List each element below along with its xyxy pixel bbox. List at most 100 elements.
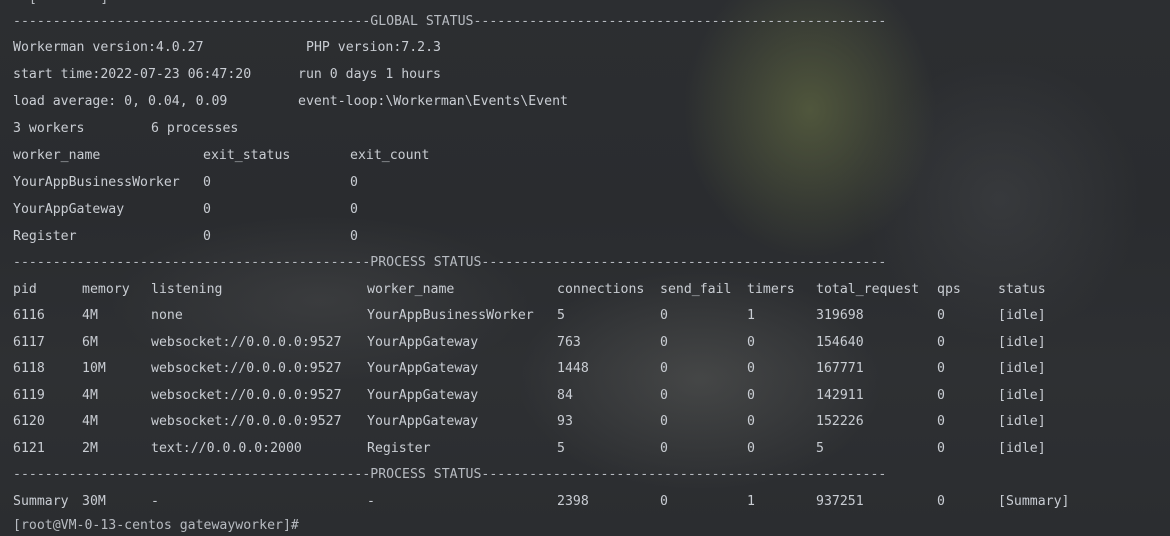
- process-cell-qps: 0: [937, 335, 945, 350]
- process-cell-memory: 4M: [82, 414, 98, 429]
- process-cell-listening: websocket://0.0.0.0:9527: [151, 335, 342, 350]
- processes-count: 6 processes: [151, 121, 239, 136]
- process-cell-worker-name: YourAppGateway: [367, 335, 479, 350]
- process-status-separator: ----------------------------------------…: [13, 255, 887, 270]
- process-cell-send-fail: 0: [660, 361, 668, 376]
- process-cell-timers: 0: [747, 441, 755, 456]
- summary-send-fail: 0: [660, 494, 668, 509]
- worker-row-name: Register: [13, 229, 77, 244]
- process-cell-total-request: 5: [816, 441, 824, 456]
- process-cell-qps: 0: [937, 308, 945, 323]
- process-header-listening: listening: [151, 282, 223, 297]
- process-header-memory: memory: [82, 282, 130, 297]
- process-header-pid: pid: [13, 282, 37, 297]
- process-header-timers: timers: [747, 282, 795, 297]
- process-cell-memory: 2M: [82, 441, 98, 456]
- summary-label: Summary: [13, 494, 69, 509]
- process-cell-memory: 6M: [82, 335, 98, 350]
- summary-timers: 1: [747, 494, 755, 509]
- summary-worker-name: -: [367, 494, 375, 509]
- process-cell-status: [idle]: [998, 335, 1046, 350]
- process-header-send-fail: send_fail: [660, 282, 732, 297]
- shell-prompt[interactable]: [root@VM-0-13-centos gatewayworker]#: [13, 516, 299, 536]
- process-cell-pid: 6118: [13, 361, 45, 376]
- process-cell-connections: 93: [557, 414, 573, 429]
- run-time: run 0 days 1 hours: [298, 67, 441, 82]
- process-cell-connections: 763: [557, 335, 581, 350]
- process-cell-timers: 0: [747, 414, 755, 429]
- process-cell-connections: 5: [557, 441, 565, 456]
- process-cell-qps: 0: [937, 388, 945, 403]
- summary-connections: 2398: [557, 494, 589, 509]
- worker-table-header-exit-status: exit_status: [203, 148, 291, 163]
- process-header-total-request: total_request: [816, 282, 920, 297]
- process-cell-total-request: 152226: [816, 414, 864, 429]
- process-cell-timers: 0: [747, 335, 755, 350]
- process-cell-send-fail: 0: [660, 414, 668, 429]
- process-cell-send-fail: 0: [660, 335, 668, 350]
- process-cell-pid: 6121: [13, 441, 45, 456]
- start-time: start time:2022-07-23 06:47:20: [13, 67, 252, 82]
- worker-row-name: YourAppBusinessWorker: [13, 175, 180, 190]
- process-cell-connections: 5: [557, 308, 565, 323]
- process-header-connections: connections: [557, 282, 645, 297]
- process-cell-listening: websocket://0.0.0.0:9527: [151, 361, 342, 376]
- process-cell-pid: 6116: [13, 308, 45, 323]
- process-cell-timers: 0: [747, 388, 755, 403]
- process-cell-total-request: 142911: [816, 388, 864, 403]
- summary-memory: 30M: [82, 494, 106, 509]
- process-cell-total-request: 154640: [816, 335, 864, 350]
- process-cell-qps: 0: [937, 441, 945, 456]
- process-cell-listening: websocket://0.0.0.0:9527: [151, 414, 342, 429]
- workers-count: 3 workers: [13, 121, 85, 136]
- process-cell-listening: text://0.0.0.0:2000: [151, 441, 302, 456]
- workerman-version: Workerman version:4.0.27: [13, 40, 204, 55]
- worker-table-header-exit-count: exit_count: [350, 148, 430, 163]
- process-header-worker-name: worker_name: [367, 282, 455, 297]
- worker-row-name: YourAppGateway: [13, 202, 125, 217]
- process-cell-worker-name: YourAppGateway: [367, 414, 479, 429]
- process-cell-qps: 0: [937, 414, 945, 429]
- process-header-qps: qps: [937, 282, 961, 297]
- process-cell-qps: 0: [937, 361, 945, 376]
- process-cell-connections: 84: [557, 388, 573, 403]
- process-cell-worker-name: YourAppBusinessWorker: [367, 308, 534, 323]
- process-cell-status: [idle]: [998, 414, 1046, 429]
- process-cell-memory: 4M: [82, 388, 98, 403]
- process-cell-listening: none: [151, 308, 183, 323]
- event-loop: event-loop:\Workerman\Events\Event: [298, 94, 568, 109]
- process-cell-pid: 6120: [13, 414, 45, 429]
- process-cell-worker-name: YourAppGateway: [367, 388, 479, 403]
- process-cell-status: [idle]: [998, 308, 1046, 323]
- separator-top-cut: [ ]: [13, 0, 124, 9]
- process-cell-timers: 0: [747, 361, 755, 376]
- summary-total-request: 937251: [816, 494, 864, 509]
- process-cell-status: [idle]: [998, 441, 1046, 456]
- summary-listening: -: [151, 494, 159, 509]
- terminal-output[interactable]: [ ] ------------------------------------…: [0, 0, 1170, 533]
- process-cell-worker-name: Register: [367, 441, 431, 456]
- summary-status: [Summary]: [998, 494, 1070, 509]
- process-header-status: status: [998, 282, 1046, 297]
- process-status-separator-2: ----------------------------------------…: [13, 467, 887, 482]
- load-average: load average: 0, 0.04, 0.09: [13, 94, 228, 109]
- process-cell-total-request: 319698: [816, 308, 864, 323]
- process-cell-status: [idle]: [998, 388, 1046, 403]
- process-cell-status: [idle]: [998, 361, 1046, 376]
- process-cell-connections: 1448: [557, 361, 589, 376]
- process-cell-memory: 10M: [82, 361, 106, 376]
- process-cell-total-request: 167771: [816, 361, 864, 376]
- summary-qps: 0: [937, 494, 945, 509]
- process-cell-send-fail: 0: [660, 388, 668, 403]
- global-status-separator: ----------------------------------------…: [13, 14, 887, 29]
- process-cell-listening: websocket://0.0.0.0:9527: [151, 388, 342, 403]
- worker-row-exit-status: 0: [203, 229, 211, 244]
- worker-table-header-name: worker_name: [13, 148, 101, 163]
- process-cell-send-fail: 0: [660, 308, 668, 323]
- worker-row-exit-status: 0: [203, 202, 211, 217]
- process-cell-worker-name: YourAppGateway: [367, 361, 479, 376]
- worker-row-exit-count: 0: [350, 202, 358, 217]
- process-cell-timers: 1: [747, 308, 755, 323]
- worker-row-exit-count: 0: [350, 229, 358, 244]
- process-cell-pid: 6117: [13, 335, 45, 350]
